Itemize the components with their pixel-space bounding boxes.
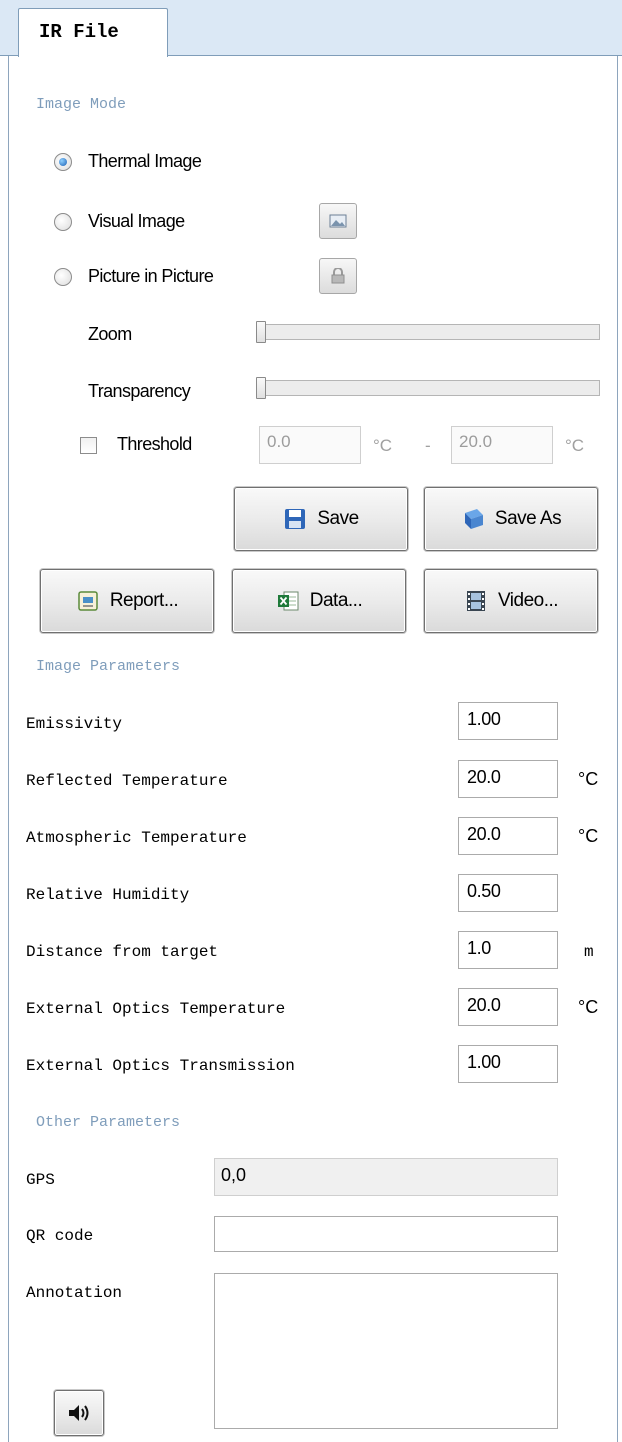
reflected-temperature-unit: °C	[578, 769, 599, 789]
atmospheric-temperature-unit: °C	[578, 826, 599, 846]
distance-from-target-unit: m	[584, 943, 594, 961]
other-parameters-section-label: Other Parameters	[36, 1114, 181, 1131]
report-button-label: Report...	[109, 590, 179, 611]
external-optics-temperature-unit: °C	[578, 997, 599, 1017]
threshold-label: Threshold	[117, 434, 192, 454]
video-button-label: Video...	[497, 590, 559, 611]
threshold-separator: -	[425, 436, 431, 455]
tab-title: IR File	[39, 21, 119, 43]
zoom-label: Zoom	[88, 324, 132, 344]
film-strip-icon	[466, 591, 485, 611]
tab-ir-file[interactable]: IR File	[18, 8, 168, 57]
distance-from-target-field[interactable]: 1.0	[458, 931, 558, 969]
relative-humidity-label: Relative Humidity	[26, 886, 190, 904]
threshold-min-unit: °C	[373, 436, 393, 455]
reflected-temperature-label: Reflected Temperature	[26, 772, 228, 790]
image-mode-section-label: Image Mode	[36, 96, 127, 113]
report-button[interactable]: Report...	[40, 569, 214, 633]
play-audio-button[interactable]	[54, 1390, 104, 1436]
atmospheric-temperature-label: Atmospheric Temperature	[26, 829, 247, 847]
visual-image-label: Visual Image	[88, 211, 185, 231]
qr-code-label: QR code	[26, 1227, 94, 1245]
save-button-label: Save	[317, 508, 359, 529]
gps-label: GPS	[26, 1171, 55, 1189]
annotation-label: Annotation	[26, 1284, 123, 1302]
external-optics-transmission-field[interactable]: 1.00	[458, 1045, 558, 1083]
threshold-max-field[interactable]: 20.0	[451, 426, 553, 464]
zoom-slider-thumb[interactable]	[256, 321, 266, 343]
transparency-slider-track[interactable]	[258, 380, 600, 396]
lock-icon	[331, 268, 345, 284]
threshold-min-field[interactable]: 0.0	[259, 426, 361, 464]
transparency-slider-thumb[interactable]	[256, 377, 266, 399]
thermal-image-radio[interactable]	[54, 153, 72, 171]
external-optics-transmission-label: External Optics Transmission	[26, 1057, 295, 1075]
external-optics-temperature-field[interactable]: 20.0	[458, 988, 558, 1026]
report-icon	[78, 591, 98, 611]
transparency-label: Transparency	[88, 381, 191, 401]
thermal-image-label: Thermal Image	[88, 151, 202, 171]
external-optics-temperature-label: External Optics Temperature	[26, 1000, 286, 1018]
save-button[interactable]: Save	[234, 487, 408, 551]
zoom-slider-track[interactable]	[258, 324, 600, 340]
visual-image-radio[interactable]	[54, 213, 72, 231]
annotation-textarea[interactable]	[214, 1273, 558, 1429]
image-parameters-section-label: Image Parameters	[36, 658, 181, 675]
speaker-icon	[69, 1405, 89, 1421]
visual-image-button[interactable]	[319, 203, 357, 239]
picture-in-picture-radio[interactable]	[54, 268, 72, 286]
threshold-max-unit: °C	[565, 436, 585, 455]
picture-in-picture-button[interactable]	[319, 258, 357, 294]
save-as-icon	[464, 509, 483, 529]
save-as-button-label: Save As	[494, 508, 562, 529]
emissivity-field[interactable]: 1.00	[458, 702, 558, 740]
picture-in-picture-label: Picture in Picture	[88, 266, 214, 286]
save-as-button[interactable]: Save As	[424, 487, 598, 551]
excel-icon	[277, 591, 299, 611]
data-button[interactable]: Data...	[232, 569, 406, 633]
atmospheric-temperature-field[interactable]: 20.0	[458, 817, 558, 855]
floppy-disk-icon	[285, 509, 306, 529]
gps-field: 0,0	[214, 1158, 558, 1196]
threshold-checkbox[interactable]	[80, 437, 97, 454]
video-button[interactable]: Video...	[424, 569, 598, 633]
image-icon	[329, 214, 347, 228]
data-button-label: Data...	[309, 590, 363, 611]
emissivity-label: Emissivity	[26, 715, 123, 733]
reflected-temperature-field[interactable]: 20.0	[458, 760, 558, 798]
relative-humidity-field[interactable]: 0.50	[458, 874, 558, 912]
qr-code-field[interactable]	[214, 1216, 558, 1252]
distance-from-target-label: Distance from target	[26, 943, 219, 961]
